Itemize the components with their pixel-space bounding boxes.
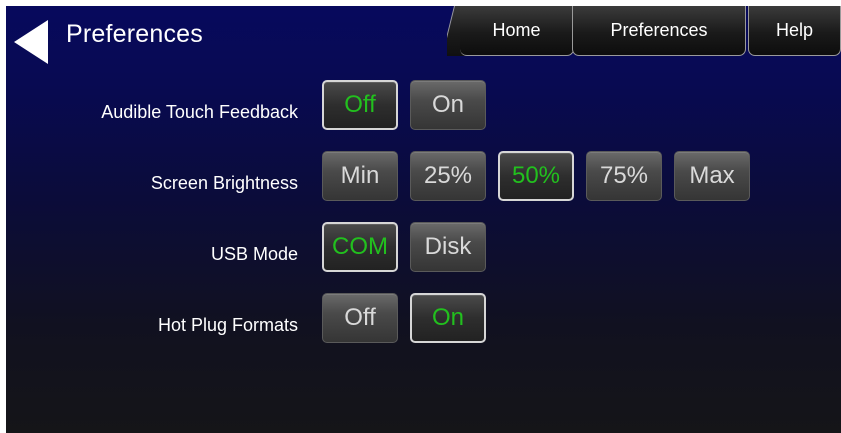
brightness-min-button[interactable]: Min [322,151,398,201]
brightness-max-button[interactable]: Max [674,151,750,201]
app-frame: Preferences Home Preferences Help Audibl… [6,6,841,433]
tab-home[interactable]: Home [460,6,574,56]
page-title: Preferences [66,20,203,48]
tab-preferences[interactable]: Preferences [572,6,746,56]
back-arrow-icon[interactable] [14,20,48,64]
hot-plug-on-button[interactable]: On [410,293,486,343]
hot-plug-formats-label: Hot Plug Formats [157,315,298,335]
hot-plug-off-button[interactable]: Off [322,293,398,343]
usb-mode-label: USB Mode [210,244,298,264]
brightness-50-button[interactable]: 50% [498,151,574,201]
tab-help[interactable]: Help [748,6,841,56]
brightness-75-button[interactable]: 75% [586,151,662,201]
brightness-25-button[interactable]: 25% [410,151,486,201]
usb-mode-disk-button[interactable]: Disk [410,222,486,272]
screen-brightness-label: Screen Brightness [150,173,298,193]
usb-mode-com-button[interactable]: COM [322,222,398,272]
audible-feedback-off-button[interactable]: Off [322,80,398,130]
audible-touch-feedback-label: Audible Touch Feedback [101,102,298,122]
audible-feedback-on-button[interactable]: On [410,80,486,130]
